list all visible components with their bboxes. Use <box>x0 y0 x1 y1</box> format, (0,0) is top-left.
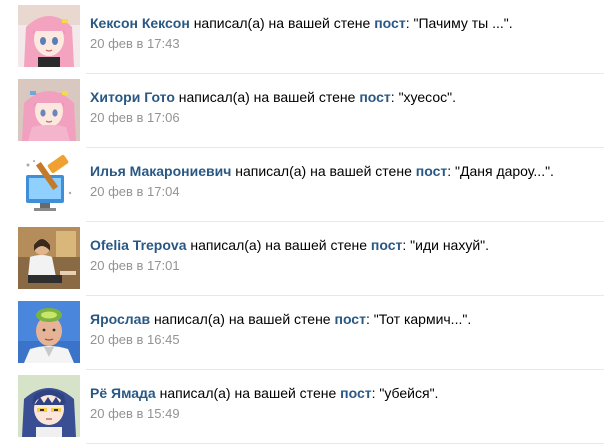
man-with-kiwi-avatar-icon <box>18 301 80 363</box>
post-link[interactable]: пост <box>340 385 371 401</box>
notification-item[interactable]: Ярослав написал(а) на вашей стене пост: … <box>0 296 604 370</box>
quote-text: : "Даня дароу...". <box>447 163 554 179</box>
anime-girl-pink-jacket-avatar-icon <box>18 79 80 141</box>
timestamp[interactable]: 20 фев в 16:45 <box>90 332 180 348</box>
notification-item[interactable]: Кексон Кексон написал(а) на вашей стене … <box>0 0 604 74</box>
photo-person-avatar-icon <box>18 227 80 289</box>
timestamp[interactable]: 20 фев в 17:01 <box>90 258 180 274</box>
notification-item[interactable]: Ofelia Trepova написал(а) на вашей стене… <box>0 222 604 296</box>
blue-hair-anime-girl-avatar-icon <box>18 375 80 437</box>
anime-girl-avatar-icon <box>18 5 80 67</box>
action-text: написал(а) на вашей стене <box>159 385 337 401</box>
quote-text: : "Тот кармич...". <box>365 311 472 327</box>
avatar[interactable] <box>18 79 80 141</box>
post-link[interactable]: пост <box>371 237 402 253</box>
post-link[interactable]: пост <box>374 15 405 31</box>
post-link[interactable]: пост <box>359 89 390 105</box>
avatar[interactable] <box>18 5 80 67</box>
author-link[interactable]: Илья Макарониевич <box>90 163 231 179</box>
quote-text: : "убейся". <box>371 385 439 401</box>
notification-text: Ofelia Trepova написал(а) на вашей стене… <box>90 236 489 254</box>
author-link[interactable]: Ярослав <box>90 311 150 327</box>
timestamp[interactable]: 20 фев в 17:06 <box>90 110 180 126</box>
quote-value: "Пачиму ты ...". <box>413 15 513 31</box>
post-link[interactable]: пост <box>416 163 447 179</box>
quote-text: : "иди нахуй". <box>402 237 490 253</box>
notification-item[interactable]: Илья Макарониевич написал(а) на вашей ст… <box>0 148 604 222</box>
notification-text: Ярослав написал(а) на вашей стене пост: … <box>90 310 471 328</box>
notification-text: Илья Макарониевич написал(а) на вашей ст… <box>90 162 554 180</box>
action-text: написал(а) на вашей стене <box>190 237 368 253</box>
author-link[interactable]: Кексон Кексон <box>90 15 190 31</box>
timestamp[interactable]: 20 фев в 17:43 <box>90 36 180 52</box>
notification-item[interactable]: Хитори Гото написал(а) на вашей стене по… <box>0 74 604 148</box>
author-link[interactable]: Хитори Гото <box>90 89 175 105</box>
quote-text: : "Пачиму ты ...". <box>405 15 513 31</box>
timestamp[interactable]: 20 фев в 15:49 <box>90 406 180 422</box>
notification-text: Рё Ямада написал(а) на вашей стене пост:… <box>90 384 438 402</box>
quote-value: "Тот кармич...". <box>373 311 472 327</box>
author-link[interactable]: Рё Ямада <box>90 385 156 401</box>
action-text: написал(а) на вашей стене <box>193 15 371 31</box>
quote-text: : "хуесос". <box>390 89 456 105</box>
quote-value: "хуесос". <box>398 89 456 105</box>
hammer-monitor-icon <box>18 153 80 215</box>
quote-value: "убейся". <box>379 385 439 401</box>
avatar[interactable] <box>18 375 80 437</box>
action-text: написал(а) на вашей стене <box>178 89 356 105</box>
quote-value: "иди нахуй". <box>410 237 490 253</box>
quote-value: "Даня дароу...". <box>455 163 554 179</box>
avatar[interactable] <box>18 153 80 215</box>
avatar[interactable] <box>18 227 80 289</box>
action-text: написал(а) на вашей стене <box>153 311 331 327</box>
avatar[interactable] <box>18 301 80 363</box>
timestamp[interactable]: 20 фев в 17:04 <box>90 184 180 200</box>
post-link[interactable]: пост <box>334 311 365 327</box>
notification-text: Кексон Кексон написал(а) на вашей стене … <box>90 14 513 32</box>
notification-item[interactable]: Рё Ямада написал(а) на вашей стене пост:… <box>0 370 604 444</box>
notification-feed: Кексон Кексон написал(а) на вашей стене … <box>0 0 604 444</box>
action-text: написал(а) на вашей стене <box>235 163 412 179</box>
notification-text: Хитори Гото написал(а) на вашей стене по… <box>90 88 456 106</box>
author-link[interactable]: Ofelia Trepova <box>90 237 186 253</box>
